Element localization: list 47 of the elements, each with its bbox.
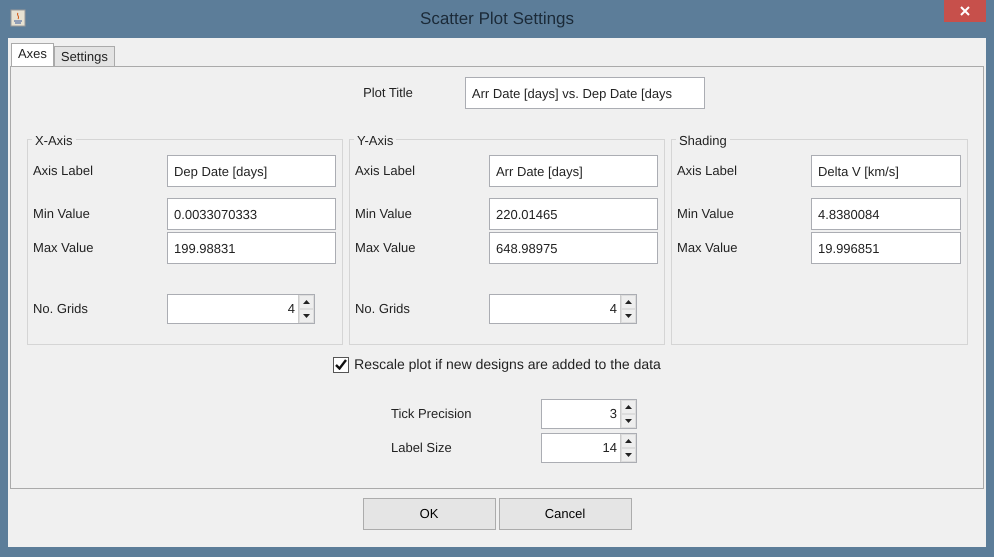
spinner-field[interactable]: 4: [167, 294, 315, 324]
down-arrow-icon[interactable]: [625, 453, 632, 457]
rescale-checkbox[interactable]: [333, 356, 350, 372]
text-field[interactable]: 220.01465: [489, 198, 658, 230]
checkbox-label: Rescale plot if new designs are added to the data: [354, 355, 661, 374]
field-label: Max Value: [33, 239, 94, 258]
text-field[interactable]: Delta V [km/s]: [811, 155, 961, 187]
field-label: Plot Title: [363, 84, 413, 102]
spinner-field[interactable]: 4: [489, 294, 637, 324]
field-label: Label Size: [391, 439, 453, 458]
app-icon: [10, 9, 26, 27]
text-field[interactable]: 19.996851: [811, 232, 961, 264]
field-label: Min Value: [33, 205, 91, 224]
close-button[interactable]: [944, 0, 986, 22]
plot-title-field[interactable]: Arr Date [days] vs. Dep Date [days: [464, 77, 705, 109]
field-label: Axis Label: [355, 162, 416, 180]
dialog-button[interactable]: Cancel: [498, 498, 632, 530]
text-field[interactable]: 0.0033070333: [167, 198, 336, 230]
down-arrow-icon[interactable]: [625, 419, 632, 423]
text-field[interactable]: 4.8380084: [811, 198, 961, 230]
dialog-button[interactable]: OK: [362, 498, 496, 530]
field-label: Axis Label: [677, 162, 738, 180]
check-icon: [335, 359, 348, 370]
field-label: No. Grids: [355, 300, 411, 318]
up-arrow-icon[interactable]: [625, 405, 632, 409]
up-arrow-icon[interactable]: [303, 300, 310, 304]
down-arrow-icon[interactable]: [625, 314, 632, 318]
text-field[interactable]: Arr Date [days]: [489, 155, 658, 187]
window-title: Scatter Plot Settings: [418, 8, 576, 30]
up-arrow-icon[interactable]: [625, 439, 632, 443]
down-arrow-icon[interactable]: [303, 314, 310, 318]
tab[interactable]: Settings: [54, 46, 115, 66]
spinner-field[interactable]: 3: [541, 399, 637, 429]
field-label: Max Value: [355, 239, 416, 258]
field-label: Tick Precision: [391, 405, 472, 424]
text-field[interactable]: 199.98831: [167, 232, 336, 264]
text-field[interactable]: Dep Date [days]: [167, 155, 336, 187]
field-label: Axis Label: [33, 162, 94, 180]
field-label: Min Value: [677, 205, 735, 224]
text-field[interactable]: 648.98975: [489, 232, 658, 264]
spinner-field[interactable]: 14: [541, 433, 637, 463]
tab[interactable]: Axes: [11, 43, 54, 66]
close-icon: [960, 6, 970, 16]
field-label: No. Grids: [33, 300, 89, 318]
field-label: Max Value: [677, 239, 738, 258]
field-label: Min Value: [355, 205, 413, 224]
up-arrow-icon[interactable]: [625, 300, 632, 304]
